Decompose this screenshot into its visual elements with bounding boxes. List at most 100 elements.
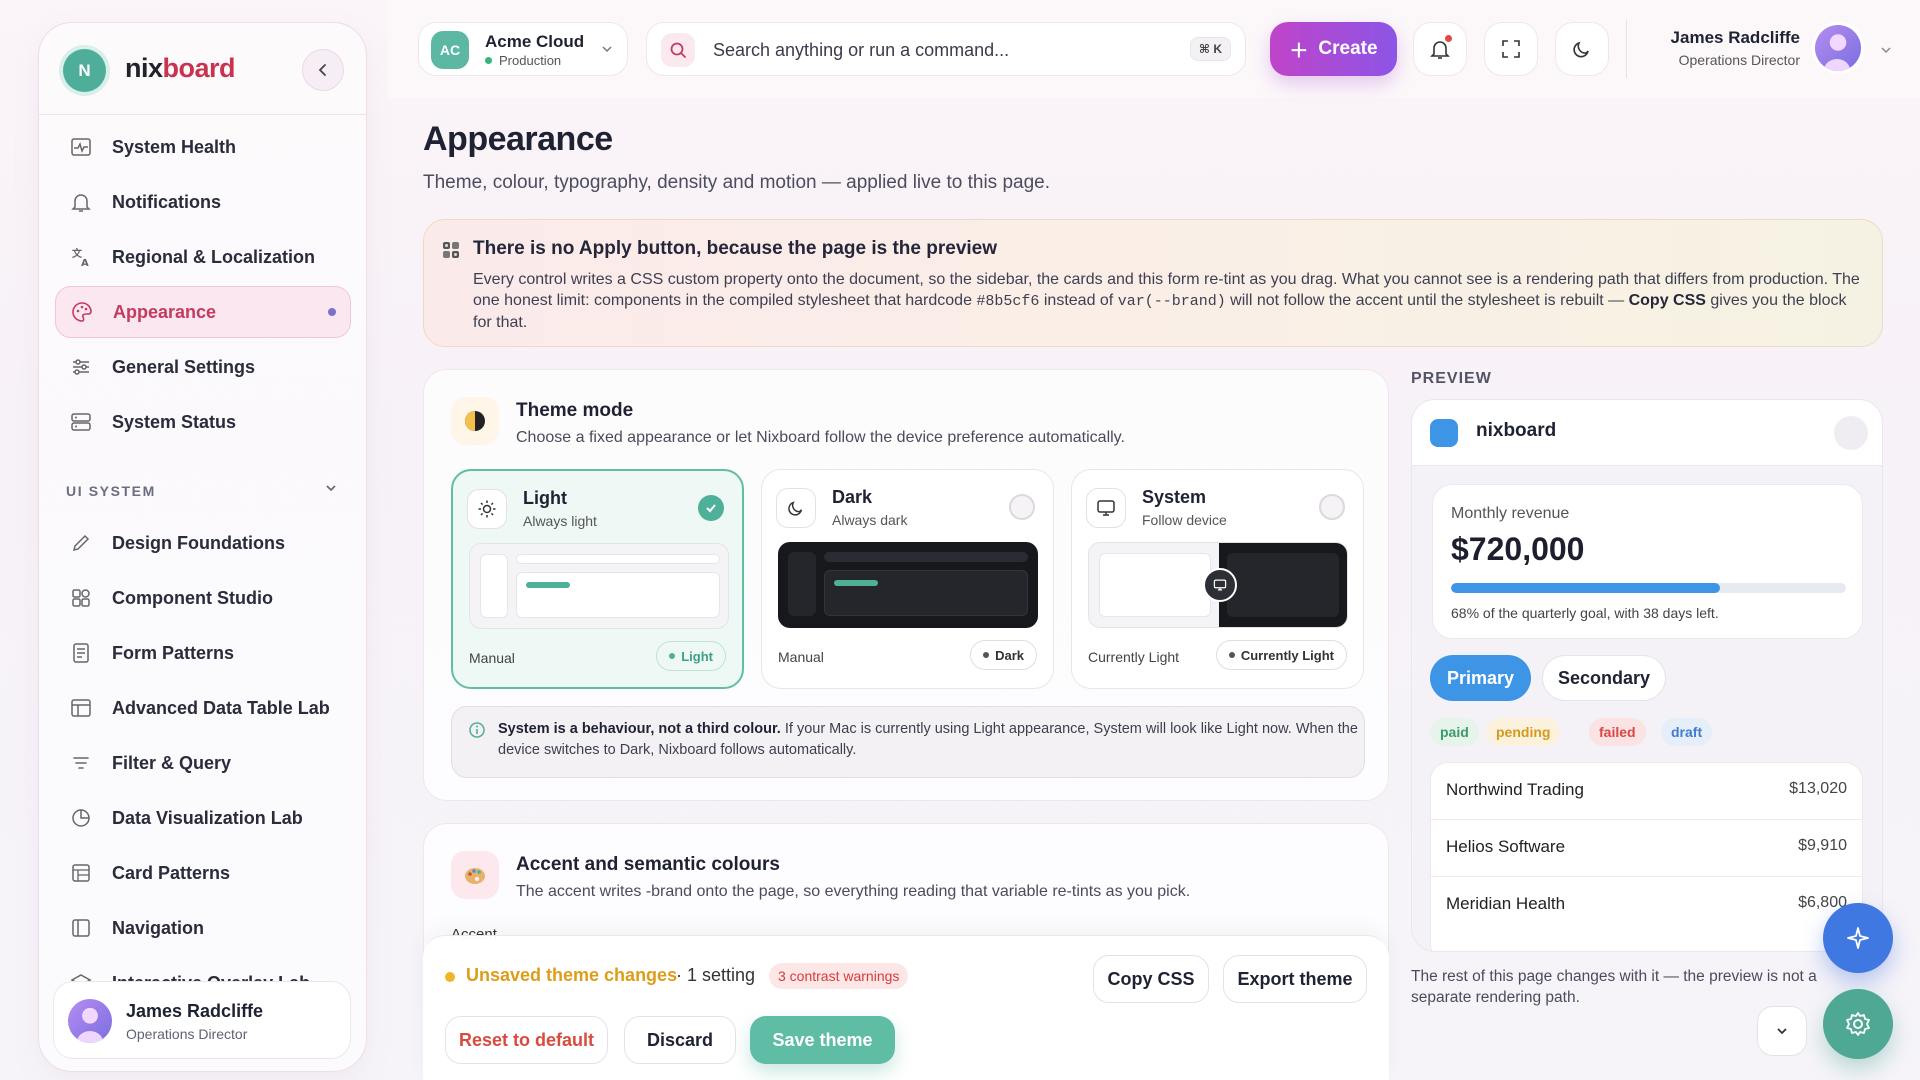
sun-icon [467, 489, 507, 529]
brand-name[interactable]: nixboard [125, 53, 236, 84]
ai-assistant-button[interactable] [1823, 903, 1893, 973]
notifications-button[interactable] [1413, 22, 1467, 76]
sidebar-item-label: Design Foundations [112, 532, 285, 553]
search-input[interactable] [713, 35, 1133, 65]
status-dot [485, 57, 492, 64]
status-badge: failed [1589, 718, 1646, 746]
option-footer: Manual [469, 650, 515, 666]
sidebar-item-label: Appearance [113, 301, 217, 322]
env-name: Acme Cloud [485, 32, 585, 51]
user-role: Operations Director [126, 1026, 248, 1042]
monitor-icon [1086, 488, 1126, 528]
sidebar-item-label: Regional & Localization [112, 246, 316, 267]
sidebar-item-data-table-lab[interactable]: Advanced Data Table Lab [55, 682, 351, 734]
sidebar-item-filter-query[interactable]: Filter & Query [55, 737, 351, 789]
preview-label: PREVIEW [1411, 370, 1492, 387]
radio-button[interactable] [1009, 494, 1035, 520]
dark-mode-toggle[interactable] [1555, 22, 1609, 76]
callout-body: Every control writes a CSS custom proper… [473, 271, 1860, 331]
scroll-down-button[interactable] [1757, 1006, 1807, 1056]
fullscreen-button[interactable] [1484, 22, 1538, 76]
preview-caption: The rest of this page changes with it — … [1411, 968, 1817, 1006]
status-badge: pending [1486, 718, 1561, 746]
list-item[interactable]: Meridian Health $6,800 [1431, 877, 1862, 934]
sidebar-item-design-foundations[interactable]: Design Foundations [55, 517, 351, 569]
page-title: Appearance [423, 120, 613, 158]
list-item[interactable]: Helios Software $9,910 [1431, 820, 1862, 877]
sidebar-item-label: General Settings [112, 356, 256, 377]
progress-fill [1451, 583, 1720, 593]
bell-icon [69, 190, 93, 214]
export-theme-button[interactable]: Export theme [1223, 955, 1367, 1003]
callout-title: There is no Apply button, because the pa… [473, 238, 998, 259]
preview-primary-button[interactable]: Primary [1430, 655, 1531, 701]
grid-icon [69, 586, 93, 610]
user-name: James Radcliffe [1670, 28, 1800, 47]
info-callout: There is no Apply button, because the pa… [423, 219, 1883, 347]
avatar[interactable] [1815, 25, 1861, 71]
theme-option-system[interactable]: System Follow device Currently Light Cur… [1071, 469, 1364, 689]
translate-icon: 文A [69, 245, 93, 269]
revenue-caption: 68% of the quarterly goal, with 38 days … [1451, 605, 1719, 621]
theme-option-dark[interactable]: Dark Always dark Manual Dark [761, 469, 1054, 689]
radio-button[interactable] [1319, 494, 1345, 520]
palette-grid-icon [442, 241, 460, 259]
sidebar-item-appearance[interactable]: Appearance [55, 286, 351, 338]
sidebar-item-regional[interactable]: 文A Regional & Localization [55, 231, 351, 283]
theme-option-light[interactable]: Light Always light Manual Light [451, 469, 744, 689]
cards-icon [69, 861, 93, 885]
copy-css-button[interactable]: Copy CSS [1093, 955, 1209, 1003]
env-avatar: AC [431, 31, 469, 69]
chevron-down-icon[interactable] [1880, 44, 1892, 56]
section-title: Theme mode [516, 400, 634, 421]
sidebar-item-component-studio[interactable]: Component Studio [55, 572, 351, 624]
sidebar: N nixboard System Health Notifications 文… [38, 22, 367, 1072]
sidebar-header: N nixboard [39, 23, 366, 115]
unsaved-changes-bar: Unsaved theme changes · 1 setting 3 cont… [423, 935, 1389, 1080]
option-name: System [1142, 487, 1207, 507]
pie-icon [69, 806, 93, 830]
plus-icon: ＋ [1289, 40, 1309, 62]
status-badge: draft [1661, 718, 1713, 746]
search-shortcut: ⌘ K [1189, 37, 1231, 61]
dark-preview-thumbnail [778, 542, 1038, 628]
sidebar-item-card-patterns[interactable]: Card Patterns [55, 847, 351, 899]
save-theme-button[interactable]: Save theme [750, 1016, 895, 1064]
status-badge: Currently Light [1215, 640, 1347, 670]
status-badge: paid [1430, 718, 1479, 746]
settings-fab-button[interactable] [1823, 989, 1893, 1059]
preview-brand: nixboard [1476, 420, 1557, 441]
chevron-down-icon[interactable] [324, 481, 338, 495]
sidebar-item-data-viz-lab[interactable]: Data Visualization Lab [55, 792, 351, 844]
reset-button[interactable]: Reset to default [445, 1016, 608, 1064]
form-icon [69, 641, 93, 665]
env-stage: Production [485, 53, 561, 68]
create-button[interactable]: ＋ Create [1270, 22, 1397, 76]
server-icon [69, 410, 93, 434]
search-icon [661, 33, 695, 67]
gear-icon [1846, 1012, 1870, 1036]
user-role: Operations Director [1678, 52, 1800, 68]
settings-count: · 1 setting [676, 965, 756, 985]
check-icon [698, 495, 724, 521]
status-badge: Light [656, 641, 726, 671]
section-subtitle: The accent writes -brand onto the page, … [516, 883, 1191, 900]
discard-button[interactable]: Discard [624, 1016, 736, 1064]
sidebar-item-notifications[interactable]: Notifications [55, 176, 351, 228]
sidebar-item-system-status[interactable]: System Status [55, 396, 351, 448]
moon-icon [1573, 41, 1589, 58]
sidebar-item-navigation[interactable]: Navigation [55, 902, 351, 954]
list-item[interactable]: Northwind Trading $13,020 [1431, 763, 1862, 820]
info-icon [468, 721, 486, 739]
brand-logo[interactable]: N [63, 49, 106, 92]
contrast-warnings-badge[interactable]: 3 contrast warnings [769, 963, 909, 989]
environment-switcher[interactable]: AC Acme Cloud Production [418, 22, 628, 76]
collapse-sidebar-button[interactable] [302, 49, 344, 91]
sidebar-item-system-health[interactable]: System Health [55, 121, 351, 173]
preview-secondary-button[interactable]: Secondary [1542, 655, 1666, 701]
sidebar-item-general-settings[interactable]: General Settings [55, 341, 351, 393]
sidebar-user-card[interactable]: James Radcliffe Operations Director [53, 981, 351, 1059]
monitor-icon [1203, 568, 1237, 602]
sidebar-item-form-patterns[interactable]: Form Patterns [55, 627, 351, 679]
search-bar[interactable]: ⌘ K [646, 22, 1246, 76]
